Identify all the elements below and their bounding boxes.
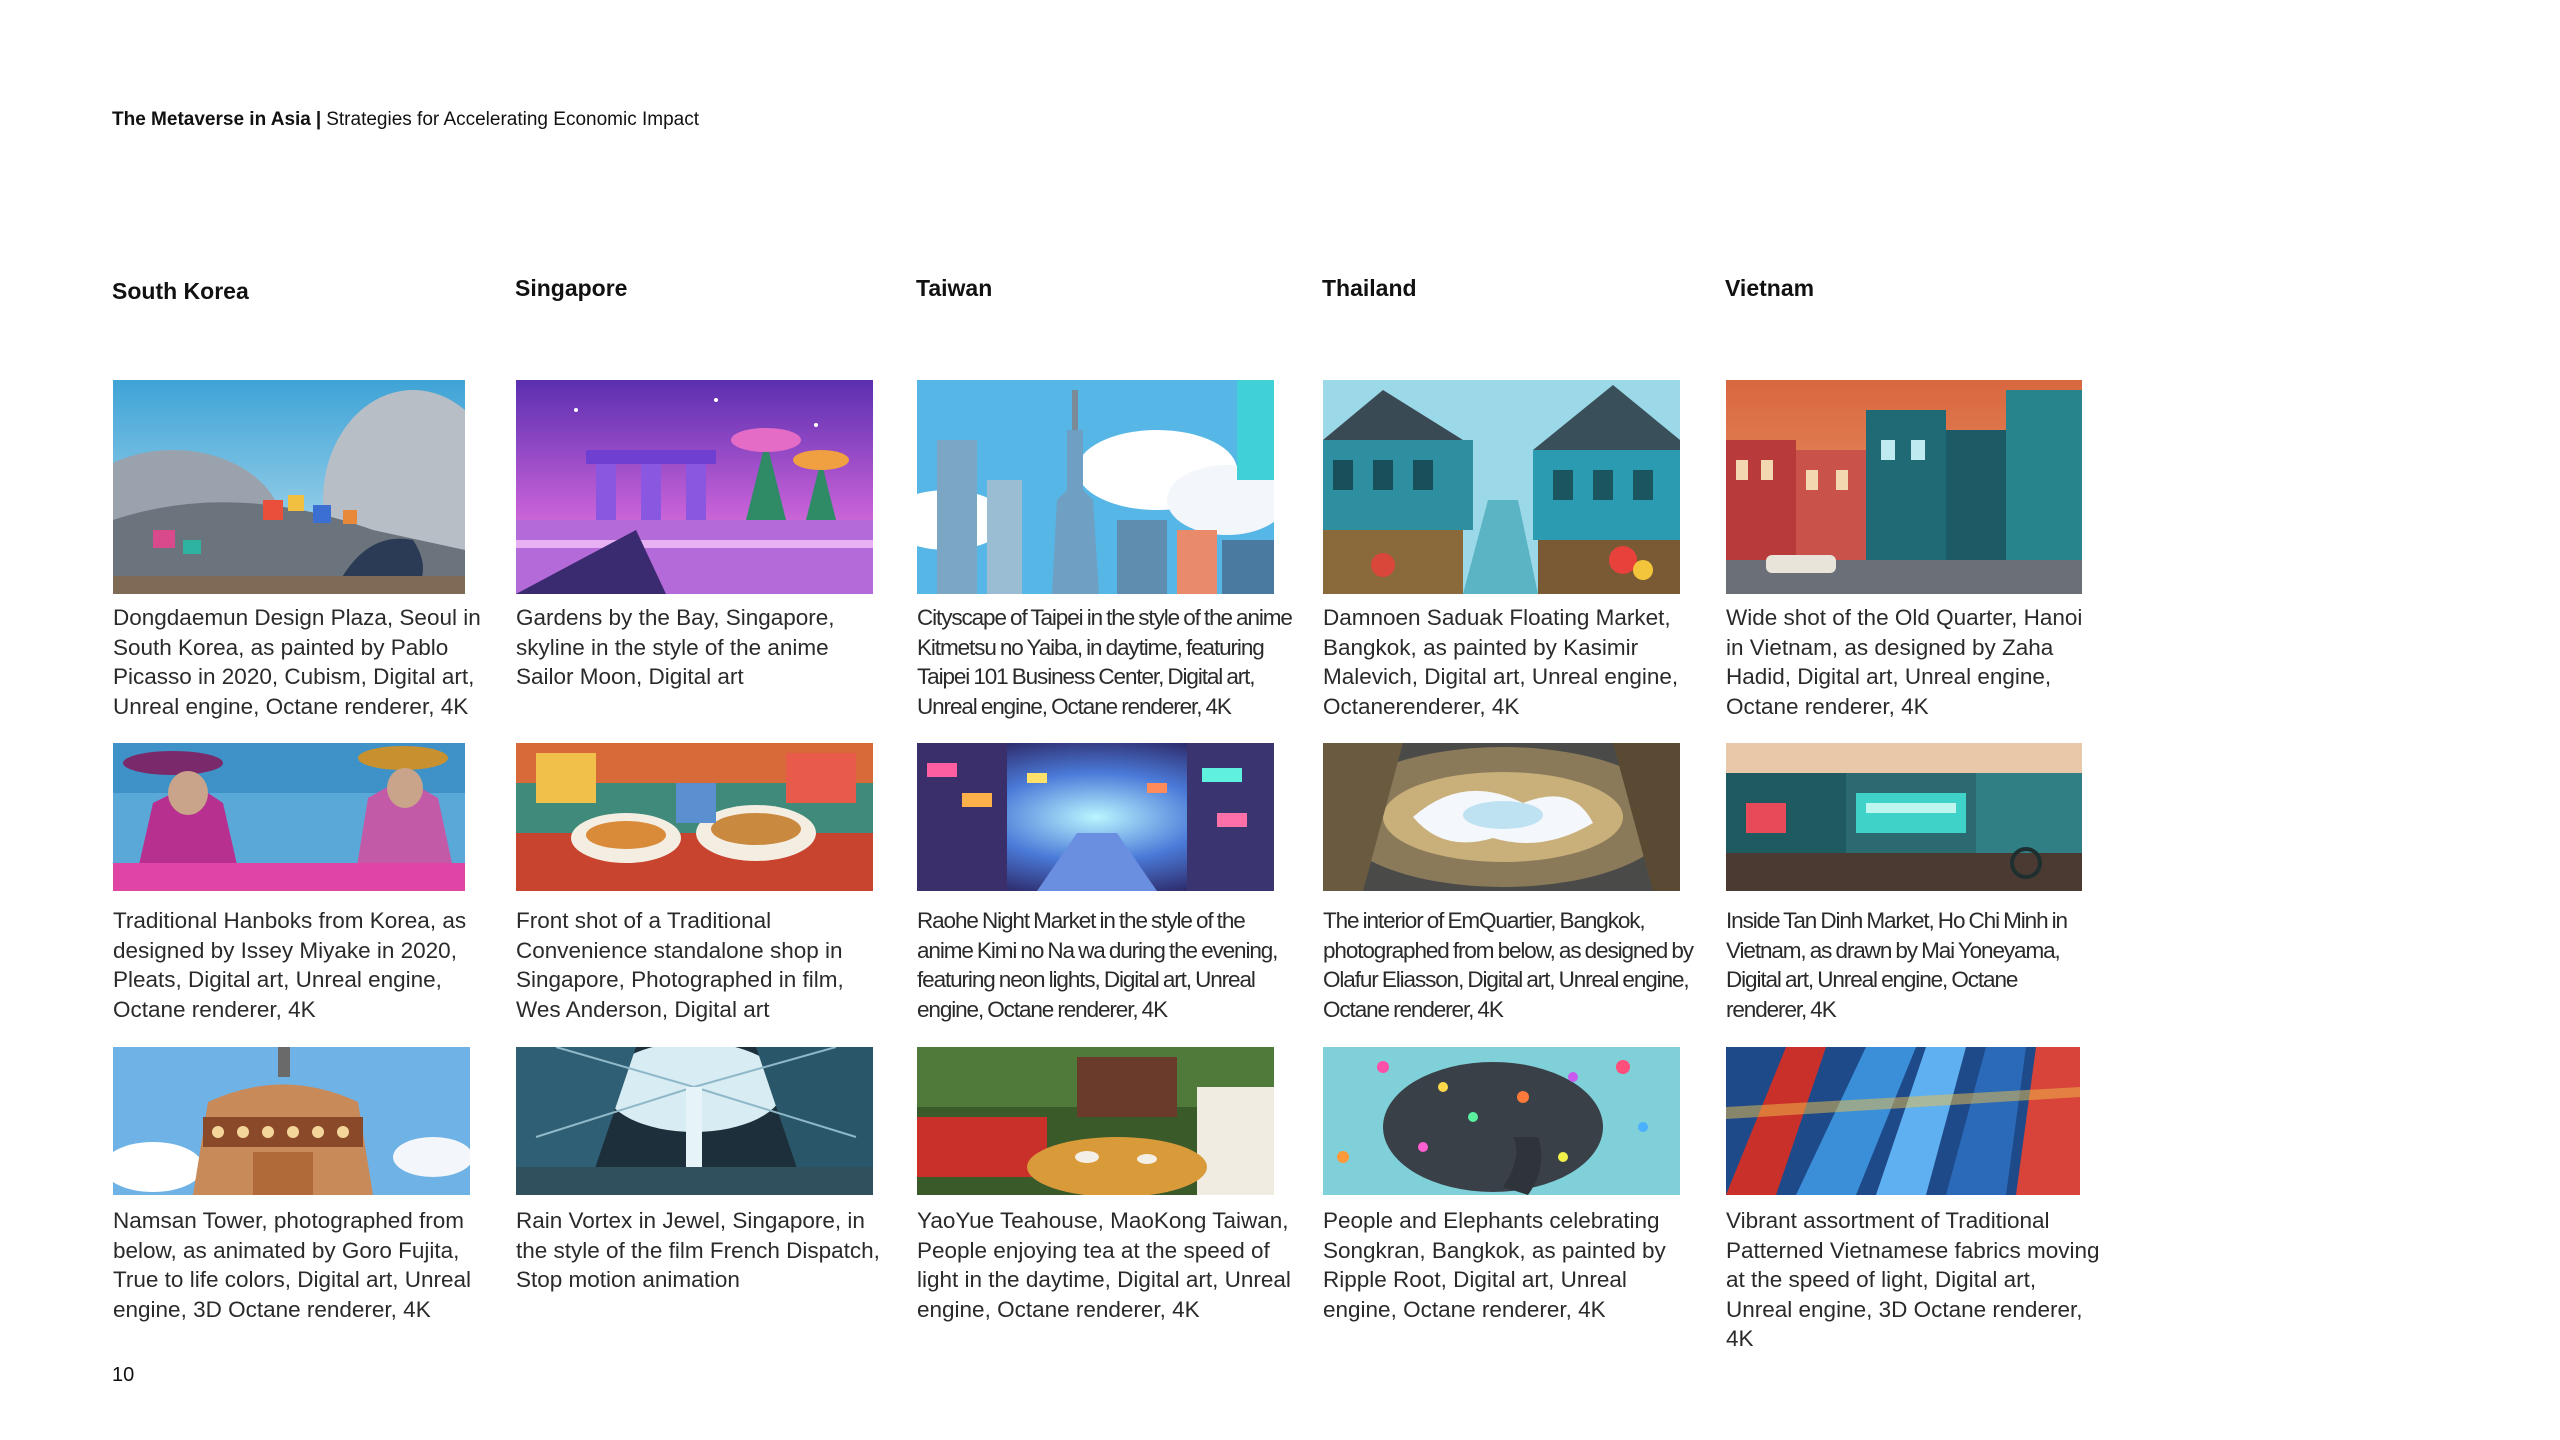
- image-namsan-tower: [113, 1047, 470, 1195]
- caption-old-quarter-hanoi: Wide shot of the Old Quarter, Hanoi in V…: [1726, 605, 2083, 719]
- image-tan-dinh-market: [1726, 743, 2082, 891]
- document-header: The Metaverse in Asia | Strategies for Acc…: [112, 108, 699, 132]
- image-convenience-shop: [516, 743, 873, 891]
- image-gardens-by-the-bay: [516, 380, 873, 594]
- caption-tan-dinh-market: Inside Tan Dinh Market, Ho Chi Minh in V…: [1726, 908, 2068, 1022]
- caption-convenience-shop: Front shot of a Traditional Convenience …: [516, 908, 844, 1022]
- column-title-thailand: Thailand: [1322, 275, 1417, 301]
- image-vietnamese-fabrics: [1726, 1047, 2080, 1195]
- column-title-taiwan: Taiwan: [916, 275, 993, 301]
- image-old-quarter-hanoi: [1726, 380, 2082, 594]
- caption-traditional-hanboks: Traditional Hanboks from Korea, as desig…: [113, 908, 467, 1022]
- caption-dongdaemun-design-plaza: Dongdaemun Design Plaza, Seoul in South …: [113, 605, 481, 719]
- column-title-singapore: Singapore: [515, 275, 628, 301]
- image-damnoen-saduak-market: [1323, 380, 1680, 594]
- caption-yaoyue-teahouse: YaoYue Teahouse, MaoKong Taiwan, People …: [917, 1208, 1291, 1322]
- caption-rain-vortex: Rain Vortex in Jewel, Singapore, in the …: [516, 1208, 880, 1292]
- report-subtitle: Strategies for Accelerating Economic Imp…: [326, 109, 700, 130]
- caption-damnoen-saduak-market: Damnoen Saduak Floating Market, Bangkok,…: [1323, 605, 1679, 719]
- caption-gardens-by-the-bay: Gardens by the Bay, Singapore, skyline i…: [516, 605, 835, 689]
- header-separator: |: [315, 109, 322, 130]
- column-title-south-korea: South Korea: [112, 278, 249, 304]
- report-title: The Metaverse in Asia: [112, 109, 311, 130]
- image-traditional-hanboks: [113, 743, 465, 891]
- column-title-vietnam: Vietnam: [1725, 275, 1815, 301]
- caption-songkran-elephants: People and Elephants celebrating Songkra…: [1323, 1208, 1666, 1322]
- caption-vietnamese-fabrics: Vibrant assortment of Traditional Patter…: [1726, 1208, 2100, 1351]
- image-taipei-cityscape: [917, 380, 1274, 594]
- page-number: 10: [112, 1364, 135, 1386]
- image-yaoyue-teahouse: [917, 1047, 1274, 1195]
- caption-raohe-night-market: Raohe Night Market in the style of the a…: [917, 908, 1278, 1022]
- image-raohe-night-market: [917, 743, 1274, 891]
- caption-namsan-tower: Namsan Tower, photographed from below, a…: [113, 1208, 472, 1322]
- image-dongdaemun-design-plaza: [113, 380, 465, 594]
- image-emquartier-interior: [1323, 743, 1680, 891]
- image-rain-vortex: [516, 1047, 873, 1195]
- image-songkran-elephants: [1323, 1047, 1680, 1195]
- document-page: { "header": { "title": "The Metaverse in…: [0, 0, 2560, 1440]
- caption-taipei-cityscape: Cityscape of Taipei in the style of the …: [917, 605, 1293, 719]
- caption-emquartier-interior: The interior of EmQuartier, Bangkok, pho…: [1323, 908, 1694, 1022]
